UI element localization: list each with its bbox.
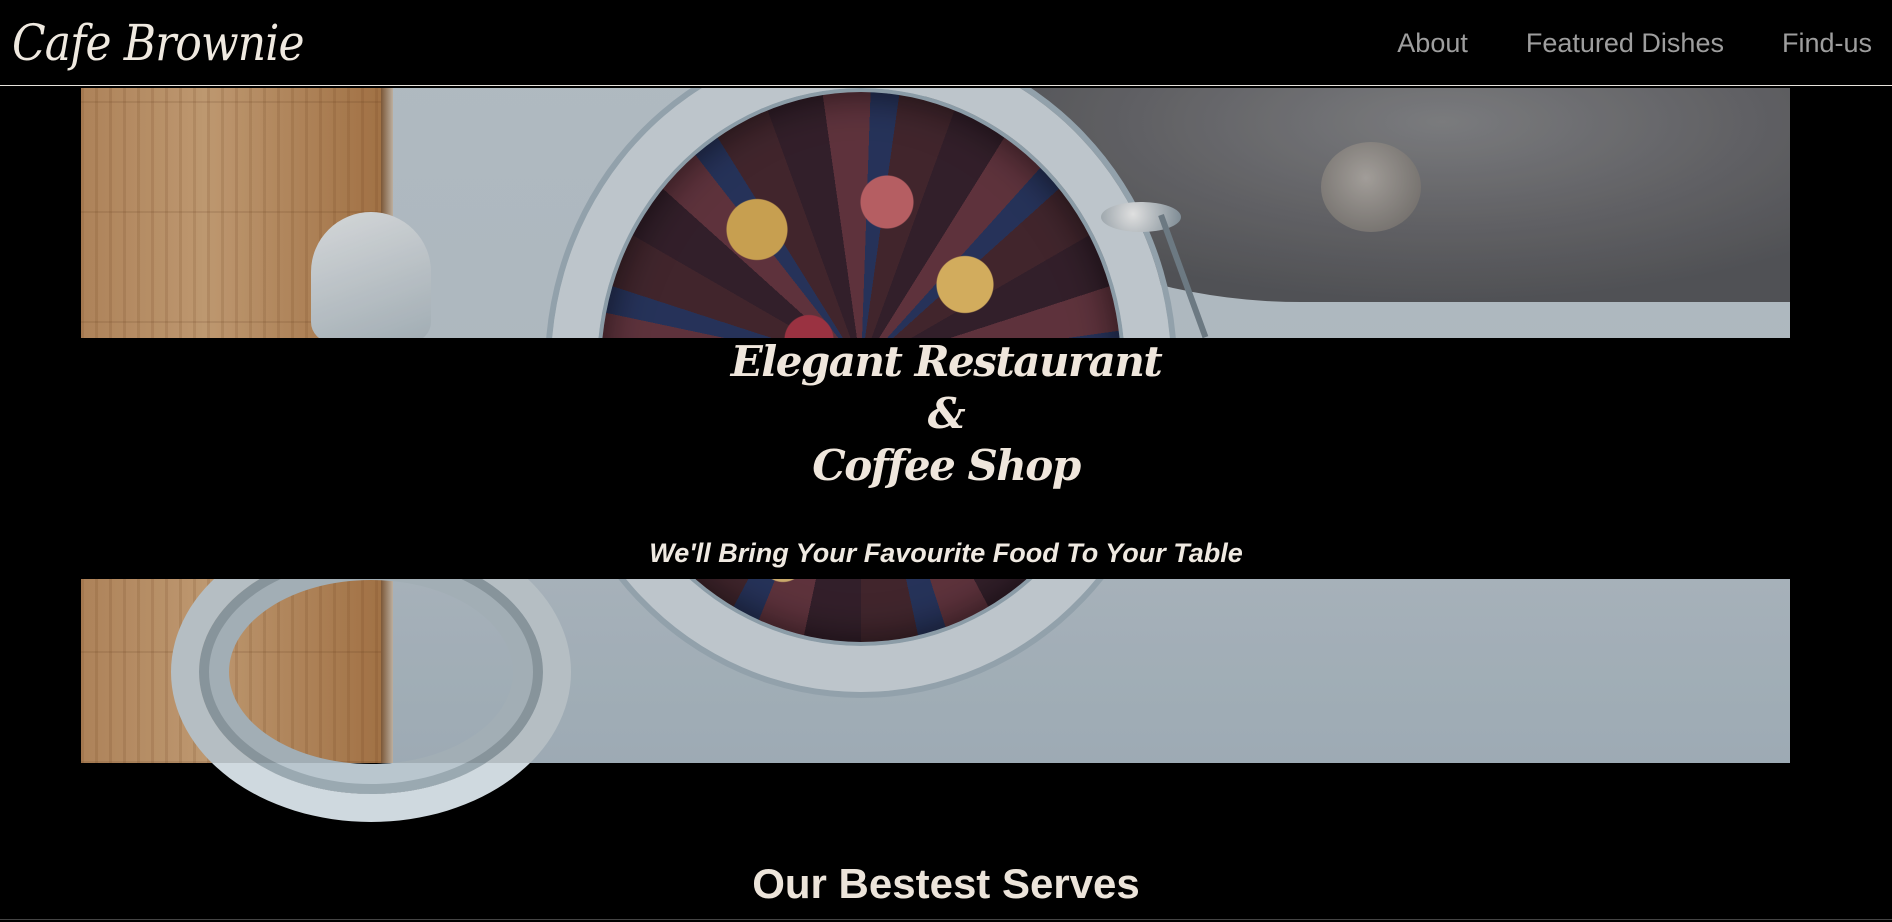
- hero-image-bottom: [81, 579, 1790, 829]
- headline-line-2: &: [927, 389, 966, 438]
- navbar: Cafe Brownie About Featured Dishes Find-…: [0, 0, 1892, 86]
- hero-photo: [81, 579, 1790, 822]
- nav-link-featured-dishes[interactable]: Featured Dishes: [1526, 28, 1724, 59]
- hero-image-top: [81, 88, 1790, 338]
- hero-photo: [81, 88, 1790, 338]
- brand-logo[interactable]: Cafe Brownie: [12, 8, 305, 78]
- section-title: Our Bestest Serves: [752, 860, 1140, 907]
- nav-link-about[interactable]: About: [1397, 28, 1468, 59]
- hero-tagline: We'll Bring Your Favourite Food To Your …: [649, 538, 1243, 568]
- headline-line-1: Elegant Restaurant: [730, 337, 1163, 386]
- nav-links: About Featured Dishes Find-us: [1397, 0, 1872, 86]
- headline-line-3: Coffee Shop: [812, 441, 1081, 490]
- divider: [0, 919, 1892, 920]
- nav-link-find-us[interactable]: Find-us: [1782, 28, 1872, 59]
- hero-headline: Elegant Restaurant & Coffee Shop: [0, 336, 1892, 492]
